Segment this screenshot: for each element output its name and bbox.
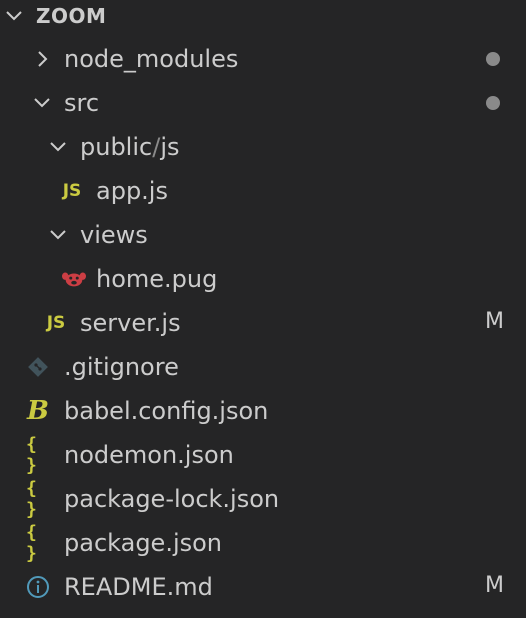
tree-item-nodemon-json[interactable]: { } nodemon.json	[0, 433, 526, 477]
tree-item-node-modules[interactable]: node_modules	[0, 37, 526, 81]
tree-item-readme-md[interactable]: README.md M	[0, 565, 526, 609]
tree-item-views[interactable]: views	[0, 213, 526, 257]
tree-item-label: home.pug	[96, 265, 218, 293]
tree-item-package-json[interactable]: { } package.json	[0, 521, 526, 565]
tree-item-label: package-lock.json	[64, 485, 280, 513]
tree-item-home-pug[interactable]: home.pug	[0, 257, 526, 301]
tree-item-gitignore[interactable]: .gitignore	[0, 345, 526, 389]
tree-item-package-lock-json[interactable]: { } package-lock.json	[0, 477, 526, 521]
tree-item-label: views	[80, 221, 148, 249]
modified-dot-indicator	[486, 96, 500, 110]
tree-item-label: nodemon.json	[64, 441, 234, 469]
git-icon	[26, 355, 50, 379]
tree-item-label: app.js	[96, 177, 168, 205]
chevron-down-icon[interactable]	[46, 135, 70, 159]
tree-item-label: .gitignore	[64, 353, 179, 381]
chevron-right-icon[interactable]	[30, 47, 54, 71]
tree-item-public-js[interactable]: public/js	[0, 125, 526, 169]
explorer-root-title: ZOOM	[36, 4, 107, 28]
tree-item-label: src	[64, 89, 100, 117]
js-icon: JS	[62, 181, 82, 201]
json-icon: { }	[26, 522, 37, 564]
tree-item-label: public/js	[80, 133, 179, 161]
tree-item-app-js[interactable]: JS app.js	[0, 169, 526, 213]
tree-item-server-js[interactable]: JS server.js M	[0, 301, 526, 345]
tree-item-label: package.json	[64, 529, 223, 557]
explorer-root-header[interactable]: ZOOM	[0, 0, 526, 32]
js-icon: JS	[46, 313, 66, 333]
tree-item-label: babel.config.json	[64, 397, 269, 425]
json-icon: { }	[26, 434, 37, 476]
chevron-down-icon[interactable]	[46, 223, 70, 247]
path-segment-public: public	[80, 133, 153, 161]
git-status-badge: M	[485, 573, 504, 598]
tree-item-label: README.md	[64, 573, 213, 601]
tree-item-label: server.js	[80, 309, 181, 337]
pug-icon	[62, 267, 86, 291]
chevron-down-icon[interactable]	[4, 6, 24, 26]
info-icon	[26, 575, 50, 599]
babel-icon: B	[27, 396, 49, 426]
json-icon: { }	[26, 478, 37, 520]
chevron-down-icon[interactable]	[30, 91, 54, 115]
file-explorer: ZOOM node_modules src public/js JS app.j…	[0, 0, 526, 618]
git-status-badge: M	[485, 309, 504, 334]
tree-item-label: node_modules	[64, 45, 239, 73]
tree-item-babel-config[interactable]: B babel.config.json	[0, 389, 526, 433]
tree-item-src[interactable]: src	[0, 81, 526, 125]
modified-dot-indicator	[486, 52, 500, 66]
path-segment-js: js	[160, 133, 180, 161]
